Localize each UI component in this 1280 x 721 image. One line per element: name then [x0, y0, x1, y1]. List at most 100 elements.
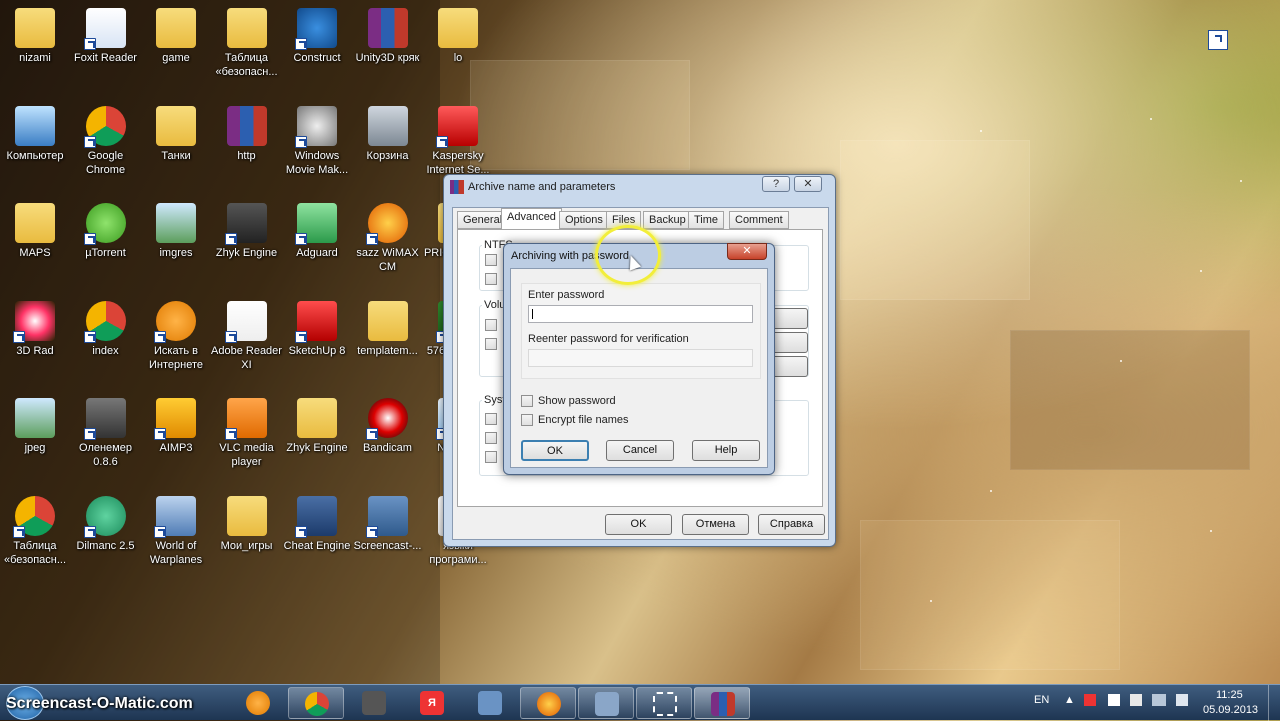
folder-icon	[156, 105, 196, 146]
ntfs-checkbox-2[interactable]	[485, 273, 497, 285]
desktop-icon[interactable]: Искать в Интернете	[140, 300, 212, 372]
desktop-icon[interactable]: Windows Movie Mak...	[281, 105, 353, 177]
desktop-icon[interactable]: Unity3D кряк	[352, 8, 424, 65]
clock-time[interactable]: 11:25	[1216, 689, 1243, 701]
close-title-button[interactable]: ✕	[794, 176, 822, 192]
taskbar-warplanes[interactable]	[578, 687, 634, 719]
tab-options[interactable]: Options	[559, 211, 609, 229]
desktop-icon-label: index	[92, 344, 119, 357]
desktop-icon[interactable]: Cheat Engine	[281, 495, 353, 553]
tray-app-icon[interactable]	[1108, 694, 1120, 706]
help-button[interactable]: Справка	[758, 514, 825, 535]
desktop-icon-label: World of Warplanes	[149, 539, 203, 566]
desktop-icon[interactable]: game	[140, 8, 212, 65]
system-checkbox-1[interactable]	[485, 413, 497, 425]
desktop-icon-label: Dilmanc 2.5	[76, 539, 135, 552]
taskbar-wot[interactable]	[346, 687, 402, 719]
winrar-icon	[450, 180, 464, 194]
desktop-icon[interactable]: 3D Rad	[0, 300, 71, 358]
tab-advanced[interactable]: Advanced	[501, 208, 562, 230]
tray-arrow-icon[interactable]: ▲	[1064, 694, 1075, 706]
desktop-icon-label: jpeg	[24, 442, 46, 454]
folder-icon	[226, 8, 267, 48]
encrypt-names-checkbox[interactable]	[521, 414, 533, 426]
tray-flag-icon-2[interactable]	[1130, 694, 1142, 706]
desktop-icon[interactable]: Dilmanc 2.5	[70, 495, 142, 553]
desktop-icon[interactable]: Компьютер	[0, 105, 71, 163]
taskbar-yandex[interactable]: Я	[404, 687, 460, 719]
desktop-icon[interactable]: sazz WiMAX CM	[352, 203, 424, 274]
tray-volume-icon[interactable]	[1176, 694, 1188, 706]
reenter-password-input[interactable]	[528, 349, 753, 367]
desktop-icon[interactable]: templatem...	[352, 300, 424, 358]
tab-time[interactable]: Time	[688, 211, 725, 229]
taskbar-screencast[interactable]	[636, 687, 692, 719]
desktop-icon[interactable]: Bandicam	[352, 398, 424, 455]
desktop-icon[interactable]: Zhyk Engine	[281, 398, 353, 455]
folder-icon	[226, 495, 267, 536]
enter-password-input[interactable]	[528, 305, 753, 323]
desktop-icon[interactable]: Танки	[140, 105, 212, 163]
chrome-icon	[83, 105, 126, 148]
tab-backup[interactable]: Backup	[643, 211, 692, 229]
desktop-icon[interactable]: µTorrent	[70, 203, 142, 260]
help-title-button[interactable]: ?	[762, 176, 790, 192]
show-password-checkbox[interactable]	[521, 395, 533, 407]
tray-network-icon[interactable]	[1152, 694, 1166, 706]
tray-flag-icon[interactable]	[1084, 694, 1096, 706]
taskbar-winrar[interactable]	[694, 687, 750, 719]
taskbar-at-app[interactable]	[230, 687, 286, 719]
tab-comment[interactable]: Comment	[729, 211, 789, 229]
dialog-cancel-button[interactable]: Cancel	[606, 440, 674, 461]
show-desktop-button[interactable]	[1268, 685, 1280, 721]
desktop-icon[interactable]: SketchUp 8	[281, 300, 353, 358]
desktop-icon-label: Мои_игры	[220, 539, 273, 552]
desktop-icon[interactable]: Оленемер 0.8.6	[70, 398, 142, 469]
desktop-icon[interactable]: Screencast-...	[352, 495, 424, 553]
dilmanc-icon	[83, 495, 126, 538]
desktop-icon[interactable]: Construct	[281, 8, 353, 65]
system-checkbox-2[interactable]	[485, 432, 497, 444]
desktop-icon[interactable]: World of Warplanes	[140, 495, 212, 567]
taskbar-speaker[interactable]	[462, 687, 518, 719]
window-title: Archive name and parameters	[468, 181, 616, 193]
construct-icon	[295, 8, 337, 50]
cancel-button[interactable]: Отмена	[682, 514, 749, 535]
ntfs-checkbox-1[interactable]	[485, 254, 497, 266]
desktop-icon-label: Cheat Engine	[283, 539, 351, 552]
desktop-icon[interactable]: Foxit Reader	[70, 8, 142, 65]
desktop-icon[interactable]: Google Chrome	[70, 105, 142, 177]
desktop-icon[interactable]: http	[211, 105, 283, 163]
desktop-icon[interactable]: Adobe Reader XI	[211, 300, 283, 372]
desktop-icon[interactable]: Kaspersky Internet Se...	[422, 105, 494, 177]
desktop-icon[interactable]: imgres	[140, 203, 212, 260]
desktop-icon-label: sazz WiMAX CM	[356, 247, 419, 273]
volumes-checkbox-2[interactable]	[485, 338, 497, 350]
desktop-icon[interactable]: Zhyk Engine	[211, 203, 283, 260]
desktop-icon[interactable]: lo	[422, 8, 494, 65]
desktop-icon[interactable]: MAPS	[0, 203, 71, 260]
clock-date[interactable]: 05.09.2013	[1203, 704, 1258, 716]
dialog-close-button[interactable]: ✕	[727, 243, 767, 260]
desktop-icon[interactable]: VLC media player	[211, 398, 283, 469]
desktop-icon[interactable]: nizami	[0, 8, 71, 65]
volumes-checkbox-1[interactable]	[485, 319, 497, 331]
computer-icon	[15, 105, 55, 146]
system-checkbox-3[interactable]	[485, 451, 497, 463]
shortcut-arrow-icon[interactable]	[1208, 30, 1228, 50]
taskbar-chrome[interactable]	[288, 687, 344, 719]
language-indicator[interactable]: EN	[1034, 694, 1049, 706]
dialog-help-button[interactable]: Help	[692, 440, 760, 461]
desktop-icon[interactable]: Таблица «безопасн...	[211, 8, 283, 79]
desktop-icon[interactable]: jpeg	[0, 398, 71, 455]
desktop-icon[interactable]: Таблица «безопасн...	[0, 495, 71, 567]
desktop-icon[interactable]: Корзина	[352, 105, 424, 163]
taskbar-sazz[interactable]	[520, 687, 576, 719]
desktop-icon[interactable]: Мои_игры	[211, 495, 283, 553]
desktop-icon[interactable]: Adguard	[281, 203, 353, 260]
desktop-icon[interactable]: AIMP3	[140, 398, 212, 455]
desktop-icon[interactable]: index	[70, 300, 142, 358]
desktop-icon-label: Компьютер	[6, 149, 64, 162]
dialog-ok-button[interactable]: OK	[521, 440, 589, 461]
ok-button[interactable]: OK	[605, 514, 672, 535]
